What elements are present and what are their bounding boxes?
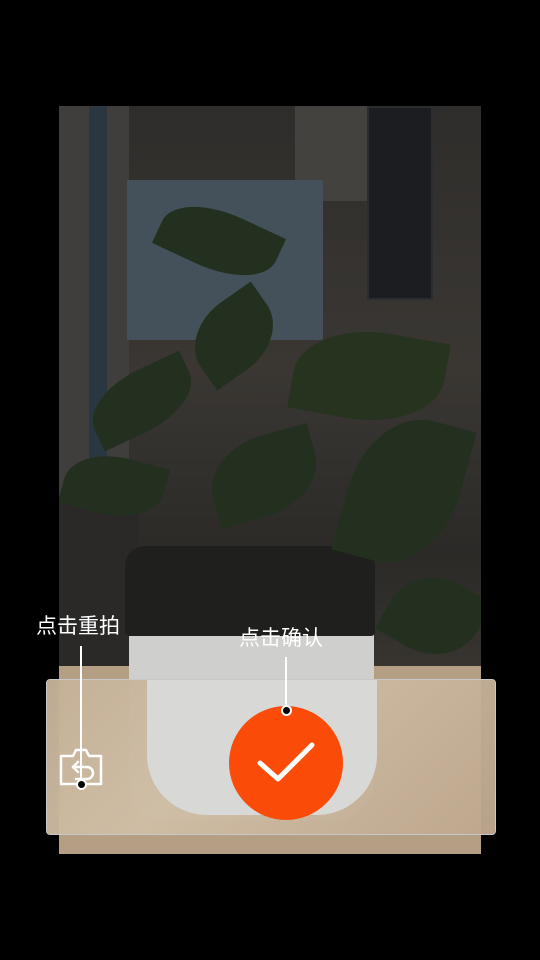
confirm-button[interactable] <box>229 706 343 820</box>
confirm-hint-dot <box>281 705 292 716</box>
action-panel <box>46 679 496 835</box>
confirm-hint-label: 点击确认 <box>239 626 323 650</box>
confirm-hint-line <box>285 657 287 709</box>
retake-hint-line <box>80 646 82 782</box>
checkmark-icon <box>257 742 315 782</box>
retake-hint-dot <box>76 779 87 790</box>
retake-hint-label: 点击重拍 <box>36 614 120 638</box>
